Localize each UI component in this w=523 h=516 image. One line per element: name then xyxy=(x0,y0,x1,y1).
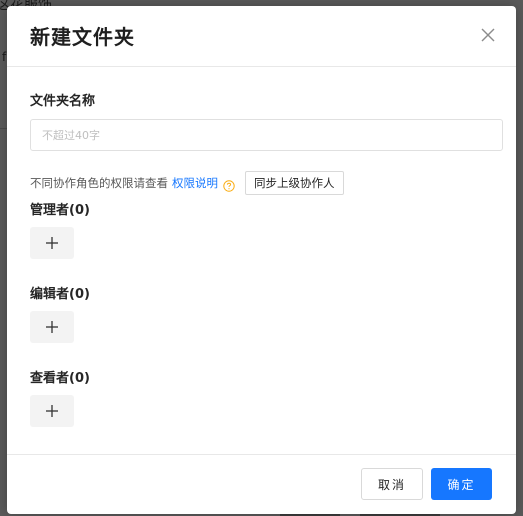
folder-name-label: 文件夹名称 xyxy=(30,94,96,109)
sync-parent-collaborators-button[interactable]: 同步上级协作人 xyxy=(245,171,344,195)
viewers-label: 查看者(0) xyxy=(30,371,90,386)
add-manager-button[interactable] xyxy=(30,227,74,259)
plus-icon xyxy=(46,405,58,417)
plus-icon xyxy=(46,237,58,249)
editors-label: 编辑者(0) xyxy=(30,287,90,302)
plus-icon xyxy=(46,321,58,333)
add-viewer-button[interactable] xyxy=(30,395,74,427)
managers-label: 管理者(0) xyxy=(30,203,90,218)
permission-hint-row: 不同协作角色的权限请查看 权限说明 同步上级协作人 xyxy=(30,171,344,195)
add-editor-button[interactable] xyxy=(30,311,74,343)
confirm-button[interactable]: 确定 xyxy=(431,468,492,500)
new-folder-dialog: 新建文件夹 文件夹名称 不同协作角色的权限请查看 权限说明 同步上级协作人 管理… xyxy=(7,6,516,514)
folder-name-input[interactable] xyxy=(30,119,503,151)
background-letter: f xyxy=(2,50,7,64)
dialog-title: 新建文件夹 xyxy=(30,25,135,49)
permission-docs-link[interactable]: 权限说明 xyxy=(172,175,218,191)
dialog-footer: 取消 确定 xyxy=(7,454,516,514)
question-circle-icon[interactable] xyxy=(223,177,235,192)
permission-hint-text: 不同协作角色的权限请查看 xyxy=(30,176,168,190)
close-icon[interactable] xyxy=(477,24,499,46)
cancel-button[interactable]: 取消 xyxy=(361,468,423,500)
dialog-header: 新建文件夹 xyxy=(7,6,516,67)
